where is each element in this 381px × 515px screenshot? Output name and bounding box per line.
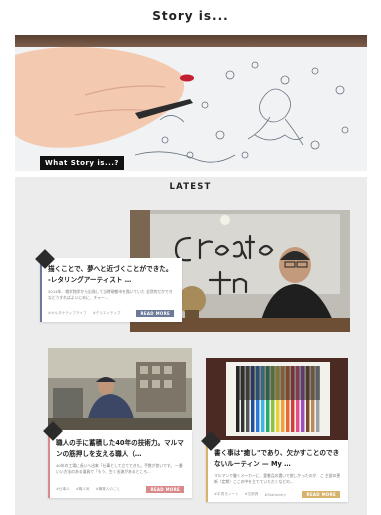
article-excerpt: 40年の工場に長いへ出来「仕事として立ててきた。手数が良いです。 一番いい方法の… [56,463,183,474]
article-excerpt: マルマンで働くメーカーに、愛着品の選いで欲しかったのが、こ 主部の更新（定期）こ… [214,473,341,484]
article-tag[interactable]: #文房具 [245,492,259,497]
article-tag[interactable]: #仕事人 [56,487,70,492]
article-tag[interactable]: #Stationery [264,493,286,497]
hero-tag-button[interactable]: What Story is...? [40,156,124,170]
article-excerpt: 2014年、雑学独学から出発して当時現都市を描いていた 全然何だかできなどうすれ… [48,289,173,300]
article-title[interactable]: 職人の手に蓄積した40年の技術力。マルマンの筋押しを支える職人（… [56,438,186,459]
article-card-3[interactable]: 書く事は"癒し"であり、欠かすことのできないルーティン — My … マルマンで… [201,431,348,502]
brushpens-illustration [206,358,348,440]
read-more-button[interactable]: READ MORE [136,310,174,317]
article-card-1[interactable]: 描くことで、夢へと近づくことができた。 -レタリングアーティスト … 2014年… [35,249,182,322]
article-2-photo[interactable] [48,348,192,430]
article-3-photo[interactable] [206,358,348,440]
article-card-2[interactable]: 職人の手に蓄積した40年の技術力。マルマンの筋押しを支える職人（… 40年の工場… [43,421,192,498]
card-accent [48,430,50,498]
article-tag[interactable]: #職業人のこと [96,487,121,492]
hero-image[interactable] [15,35,367,171]
card-accent [40,258,42,322]
factory-illustration [48,348,192,430]
article-tag[interactable]: #職人気 [76,487,90,492]
hero-illustration [15,47,367,171]
article-title[interactable]: 書く事は"癒し"であり、欠かすことのできないルーティン — My … [214,448,342,469]
read-more-button[interactable]: READ MORE [302,491,340,498]
card-accent [206,440,208,502]
article-tag[interactable]: #クリエイティブ [93,311,121,316]
article-title[interactable]: 描くことで、夢へと近づくことができた。 -レタリングアーティスト … [48,264,176,285]
read-more-button[interactable]: READ MORE [146,486,184,493]
site-title: Story is... [152,9,229,23]
article-tag[interactable]: #手書きノート [214,492,239,497]
latest-heading: LATEST [169,182,212,192]
article-tag[interactable]: #オルタナティブライフ [48,311,87,316]
